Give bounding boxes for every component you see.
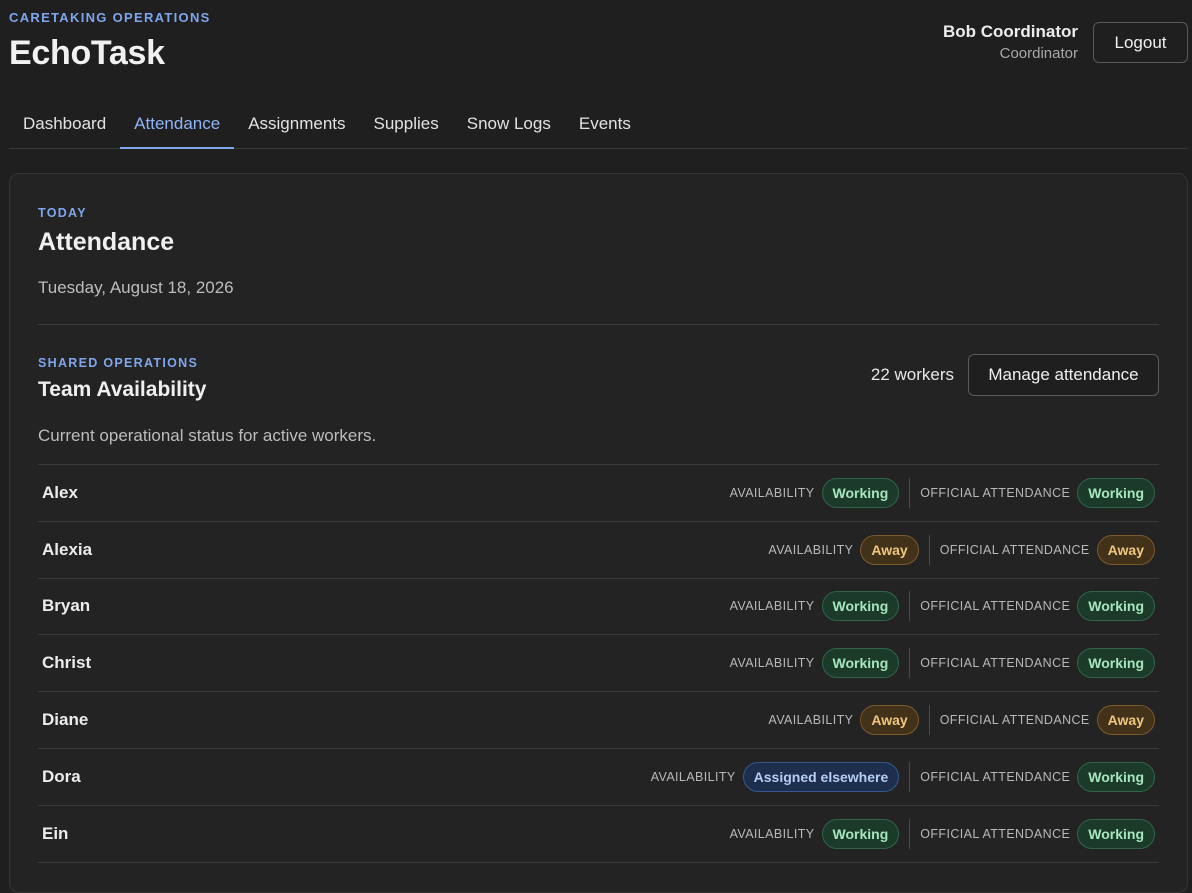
availability-badge: Working: [821, 591, 900, 622]
table-row: Alex AVAILABILITY Working OFFICIAL ATTEN…: [38, 465, 1159, 522]
availability-label: AVAILABILITY: [768, 713, 854, 728]
official-attendance-label: OFFICIAL ATTENDANCE: [939, 542, 1090, 557]
official-attendance-badge: Working: [1077, 648, 1155, 679]
availability-badge: Away: [860, 705, 919, 736]
tab-events[interactable]: Events: [565, 100, 645, 149]
manage-attendance-button[interactable]: Manage attendance: [968, 354, 1159, 396]
team-availability-header: SHARED OPERATIONS Team Availability Curr…: [38, 325, 1159, 445]
worker-status: AVAILABILITY Working OFFICIAL ATTENDANCE…: [729, 477, 1155, 508]
worker-name: Dora: [42, 766, 81, 786]
worker-status: AVAILABILITY Away OFFICIAL ATTENDANCE Aw…: [768, 534, 1155, 565]
worker-name: Alex: [42, 482, 78, 502]
availability-badge: Working: [821, 477, 900, 508]
worker-name: Ein: [42, 823, 69, 843]
official-attendance-label: OFFICIAL ATTENDANCE: [939, 713, 1090, 728]
table-row: Alexia AVAILABILITY Away OFFICIAL ATTEND…: [38, 522, 1159, 579]
tab-attendance[interactable]: Attendance: [120, 100, 235, 149]
app-header: CARETAKING OPERATIONS EchoTask Bob Coord…: [9, 0, 1188, 100]
worker-name: Alexia: [42, 539, 93, 559]
section-eyebrow: SHARED OPERATIONS: [38, 356, 199, 370]
availability-label: AVAILABILITY: [650, 769, 736, 784]
page-date: Tuesday, August 18, 2026: [38, 278, 234, 297]
worker-name: Diane: [42, 710, 89, 730]
worker-count: 22 workers: [870, 365, 954, 384]
app-eyebrow: CARETAKING OPERATIONS: [9, 10, 211, 25]
nav-tabs: Dashboard Attendance Assignments Supplie…: [9, 100, 1188, 149]
tab-snow-logs[interactable]: Snow Logs: [453, 100, 565, 149]
tab-supplies[interactable]: Supplies: [360, 100, 453, 149]
status-separator: [928, 534, 930, 565]
worker-name: Christ: [42, 653, 92, 673]
availability-label: AVAILABILITY: [768, 542, 854, 557]
attendance-card: TODAY Attendance Tuesday, August 18, 202…: [9, 173, 1188, 893]
official-attendance-badge: Away: [1096, 705, 1155, 736]
status-separator: [909, 591, 911, 622]
page-eyebrow: TODAY: [38, 206, 87, 220]
status-separator: [909, 818, 911, 849]
official-attendance-label: OFFICIAL ATTENDANCE: [920, 599, 1071, 614]
worker-name: Bryan: [42, 596, 91, 616]
availability-badge: Working: [821, 648, 900, 679]
official-attendance-badge: Away: [1096, 534, 1155, 565]
table-row: Christ AVAILABILITY Working OFFICIAL ATT…: [38, 635, 1159, 693]
official-attendance-label: OFFICIAL ATTENDANCE: [920, 485, 1071, 500]
app-title: EchoTask: [9, 34, 165, 72]
user-block: Bob Coordinator Coordinator: [943, 22, 1078, 62]
status-separator: [928, 705, 930, 736]
section-description: Current operational status for active wo…: [38, 426, 377, 445]
availability-label: AVAILABILITY: [729, 485, 815, 500]
table-row: Diane AVAILABILITY Away OFFICIAL ATTENDA…: [38, 692, 1159, 749]
section-title: Team Availability: [38, 378, 207, 401]
official-attendance-label: OFFICIAL ATTENDANCE: [920, 826, 1071, 841]
worker-list: Alex AVAILABILITY Working OFFICIAL ATTEN…: [38, 464, 1159, 863]
availability-label: AVAILABILITY: [729, 656, 815, 671]
worker-status: AVAILABILITY Working OFFICIAL ATTENDANCE…: [729, 818, 1155, 849]
availability-label: AVAILABILITY: [729, 599, 815, 614]
official-attendance-label: OFFICIAL ATTENDANCE: [920, 656, 1071, 671]
official-attendance-badge: Working: [1077, 761, 1155, 792]
user-role: Coordinator: [999, 45, 1078, 62]
page-title: Attendance: [38, 228, 175, 256]
worker-status: AVAILABILITY Working OFFICIAL ATTENDANCE…: [729, 648, 1155, 679]
worker-status: AVAILABILITY Working OFFICIAL ATTENDANCE…: [729, 591, 1155, 622]
availability-label: AVAILABILITY: [729, 826, 815, 841]
official-attendance-badge: Working: [1077, 477, 1155, 508]
availability-badge: Working: [821, 818, 900, 849]
status-separator: [909, 761, 911, 792]
tab-assignments[interactable]: Assignments: [234, 100, 359, 149]
user-name: Bob Coordinator: [942, 22, 1078, 41]
worker-status: AVAILABILITY Away OFFICIAL ATTENDANCE Aw…: [768, 705, 1155, 736]
table-row: Ein AVAILABILITY Working OFFICIAL ATTEND…: [38, 806, 1159, 863]
logout-button[interactable]: Logout: [1093, 22, 1188, 63]
official-attendance-label: OFFICIAL ATTENDANCE: [920, 769, 1071, 784]
availability-badge: Away: [860, 534, 919, 565]
status-separator: [909, 648, 911, 679]
availability-badge: Assigned elsewhere: [742, 761, 900, 792]
table-row: Dora AVAILABILITY Assigned elsewhere OFF…: [38, 749, 1159, 806]
worker-status: AVAILABILITY Assigned elsewhere OFFICIAL…: [650, 761, 1155, 792]
table-row: Bryan AVAILABILITY Working OFFICIAL ATTE…: [38, 579, 1159, 636]
tab-dashboard[interactable]: Dashboard: [9, 100, 120, 149]
status-separator: [909, 477, 911, 508]
official-attendance-badge: Working: [1077, 818, 1155, 849]
official-attendance-badge: Working: [1077, 591, 1155, 622]
